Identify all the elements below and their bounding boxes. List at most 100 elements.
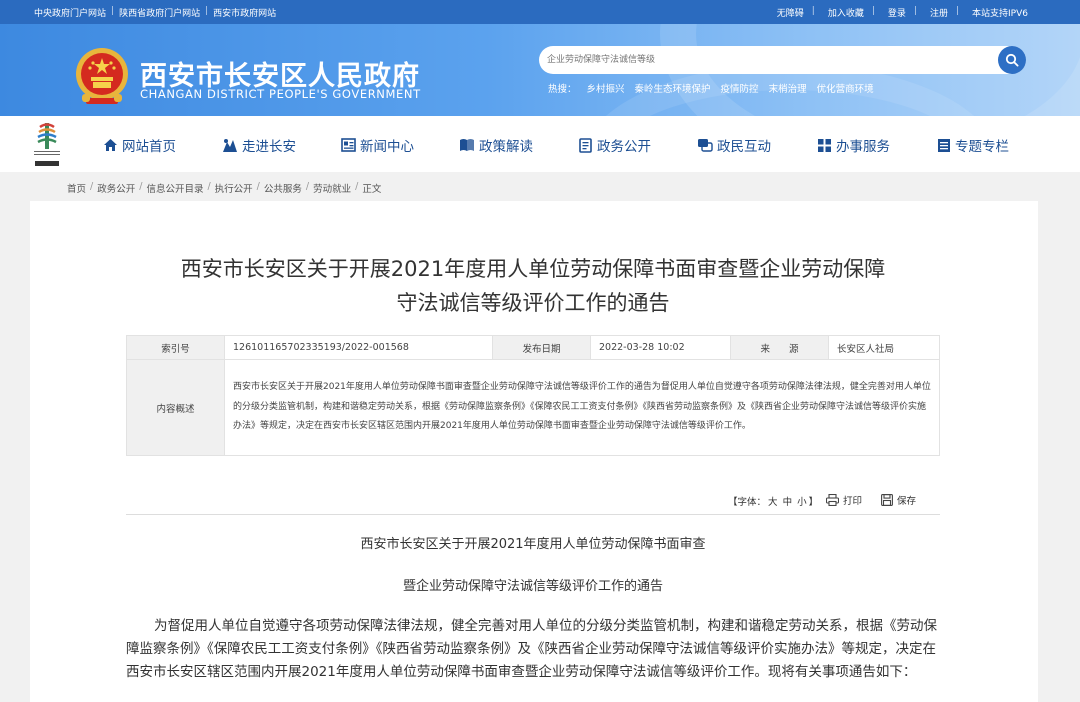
- newspaper-icon: [341, 138, 356, 152]
- register-link[interactable]: 注册: [930, 6, 948, 19]
- breadcrumb-separator: /: [139, 181, 143, 192]
- article-panel: 西安市长安区关于开展2021年度用人单位劳动保障书面审查暨企业劳动保障 守法诚信…: [30, 201, 1038, 702]
- body-heading: 暨企业劳动保障守法诚信等级评价工作的通告: [402, 579, 663, 594]
- divider: |: [871, 6, 875, 16]
- breadcrumb-item[interactable]: 首页: [67, 181, 86, 195]
- source-label: 来 源: [730, 335, 829, 360]
- save-icon: [881, 494, 893, 506]
- top-right-links: 无障碍 | 加入收藏 | 登录 | 注册 | 本站支持IPV6: [769, 6, 1028, 19]
- nav-services[interactable]: 办事服务: [817, 135, 890, 155]
- print-button[interactable]: 打印: [826, 493, 862, 507]
- divider: |: [955, 6, 960, 16]
- meta-table: 索引号 126101165702335193/2022-001568 发布日期 …: [126, 335, 940, 456]
- article-title-line: 守法诚信等级评价工作的通告: [396, 291, 670, 315]
- article-title: 西安市长安区关于开展2021年度用人单位劳动保障书面审查暨企业劳动保障 守法诚信…: [120, 252, 946, 320]
- article-tools: 【字体：大 中 小】 打印 保存: [126, 490, 940, 515]
- book-icon: [460, 139, 474, 151]
- hot-search: 热搜： 乡村振兴 秦岭生态环境保护 疫情防控 末梢治理 优化营商环境: [548, 81, 884, 95]
- hot-word[interactable]: 末梢治理: [769, 81, 807, 95]
- breadcrumb-separator: /: [207, 181, 211, 192]
- search-button[interactable]: [998, 46, 1026, 74]
- breadcrumb-item[interactable]: 公共服务: [264, 181, 302, 195]
- home-icon: [104, 139, 117, 151]
- nav-label: 网站首页: [122, 139, 176, 155]
- nav-special-topics[interactable]: 专题专栏: [937, 135, 1009, 155]
- header-banner: 西安市长安区人民政府 CHANGAN DISTRICT PEOPLE'S GOV…: [0, 24, 1080, 116]
- grid-icon: [818, 138, 831, 152]
- font-size-controls: 【字体：大 中 小】: [727, 494, 819, 508]
- source-value: 长安区人社局: [828, 335, 940, 360]
- landmark-icon: [223, 138, 237, 152]
- nav-home[interactable]: 网站首页: [103, 135, 176, 155]
- font-small-button[interactable]: 小: [797, 497, 807, 508]
- nav-label: 政务公开: [597, 139, 651, 155]
- add-favorite-link[interactable]: 加入收藏: [828, 6, 864, 19]
- accessibility-link[interactable]: 无障碍: [777, 6, 804, 19]
- nav-label: 政民互动: [717, 139, 771, 155]
- nav-label: 政策解读: [479, 139, 533, 155]
- index-value: 126101165702335193/2022-001568: [224, 335, 493, 360]
- nav-interaction[interactable]: 政民互动: [697, 135, 771, 155]
- article-title-line: 西安市长安区关于开展2021年度用人单位劳动保障书面审查暨企业劳动保障: [180, 257, 886, 281]
- breadcrumb-separator: /: [305, 181, 310, 192]
- nav-gov-affairs[interactable]: 政务公开: [578, 135, 651, 155]
- breadcrumb: 首页 / 政务公开 / 信息公开目录 / 执行公开 / 公共服务 / 劳动就业 / 正文: [67, 181, 381, 195]
- summary-label: 内容概述: [126, 359, 225, 456]
- hot-search-label: 热搜：: [548, 84, 577, 95]
- divider: |: [811, 6, 815, 16]
- changan-logo-icon: [30, 119, 64, 169]
- summary-text: 西安市长安区关于开展2021年度用人单位劳动保障书面审查暨企业劳动保障守法诚信等…: [224, 359, 940, 456]
- breadcrumb-item[interactable]: 劳动就业: [313, 181, 351, 195]
- nav-label: 走进长安: [242, 139, 296, 155]
- font-size-prefix: 【字体：: [728, 497, 767, 508]
- breadcrumb-item[interactable]: 信息公开目录: [146, 181, 203, 195]
- printer-icon: [826, 494, 839, 506]
- nav-label: 新闻中心: [360, 139, 414, 155]
- hot-word[interactable]: 秦岭生态环境保护: [635, 81, 711, 95]
- search-box: [539, 46, 1026, 74]
- hot-word[interactable]: 疫情防控: [721, 81, 759, 95]
- site-subtitle: CHANGAN DISTRICT PEOPLE'S GOVERNMENT: [140, 87, 421, 101]
- national-emblem-icon: [76, 48, 128, 104]
- nav-about-changan[interactable]: 走进长安: [222, 135, 296, 155]
- nav-policy-interpretation[interactable]: 政策解读: [459, 135, 533, 155]
- table-row: 内容概述 西安市长安区关于开展2021年度用人单位劳动保障书面审查暨企业劳动保障…: [126, 359, 940, 456]
- table-row: 索引号 126101165702335193/2022-001568 发布日期 …: [126, 335, 940, 360]
- font-large-button[interactable]: 大: [768, 497, 778, 508]
- divider: |: [205, 6, 209, 16]
- nav-label: 专题专栏: [955, 139, 1009, 155]
- font-medium-button[interactable]: 中: [783, 497, 793, 508]
- login-link[interactable]: 登录: [888, 6, 906, 19]
- save-button[interactable]: 保存: [881, 493, 916, 507]
- body-heading: 西安市长安区关于开展2021年度用人单位劳动保障书面审查: [360, 537, 706, 552]
- divider: |: [913, 6, 917, 16]
- breadcrumb-item[interactable]: 政务公开: [97, 181, 135, 195]
- nav-label: 办事服务: [836, 139, 890, 155]
- nav-news[interactable]: 新闻中心: [341, 135, 414, 155]
- index-label: 索引号: [126, 335, 225, 360]
- chat-icon: [698, 139, 713, 152]
- search-input[interactable]: [547, 51, 987, 69]
- top-link-shaanxi-gov[interactable]: 陕西省政府门户网站: [119, 6, 200, 19]
- breadcrumb-separator: /: [355, 181, 359, 192]
- body-paragraph: 为督促用人单位自觉遵守各项劳动保障法律法规，健全完善对用人单位的分级分类监管机制…: [126, 618, 937, 680]
- font-size-suffix: 】: [808, 497, 819, 508]
- top-links: 中央政府门户网站 | 陕西省政府门户网站 | 西安市政府网站: [34, 6, 281, 19]
- top-link-xian-gov[interactable]: 西安市政府网站: [213, 6, 276, 19]
- hot-word[interactable]: 优化营商环境: [817, 81, 874, 95]
- breadcrumb-separator: /: [90, 181, 94, 192]
- search-icon: [1005, 53, 1019, 67]
- divider: |: [111, 6, 115, 16]
- breadcrumb-current: 正文: [362, 184, 382, 195]
- breadcrumb-item[interactable]: 执行公开: [215, 181, 253, 195]
- document-icon: [579, 137, 592, 153]
- save-label: 保存: [897, 496, 917, 507]
- top-link-central-gov[interactable]: 中央政府门户网站: [34, 6, 106, 19]
- list-icon: [938, 138, 950, 152]
- main-nav: 网站首页 走进长安 新闻中心 政策解读 政务公开 政民互动 办事服务 专题专栏: [0, 116, 1080, 172]
- hot-word[interactable]: 乡村振兴: [587, 81, 625, 95]
- ipv6-label: 本站支持IPV6: [972, 9, 1028, 19]
- date-label: 发布日期: [492, 335, 591, 360]
- breadcrumb-separator: /: [256, 181, 260, 192]
- date-value: 2022-03-28 10:02: [590, 335, 731, 360]
